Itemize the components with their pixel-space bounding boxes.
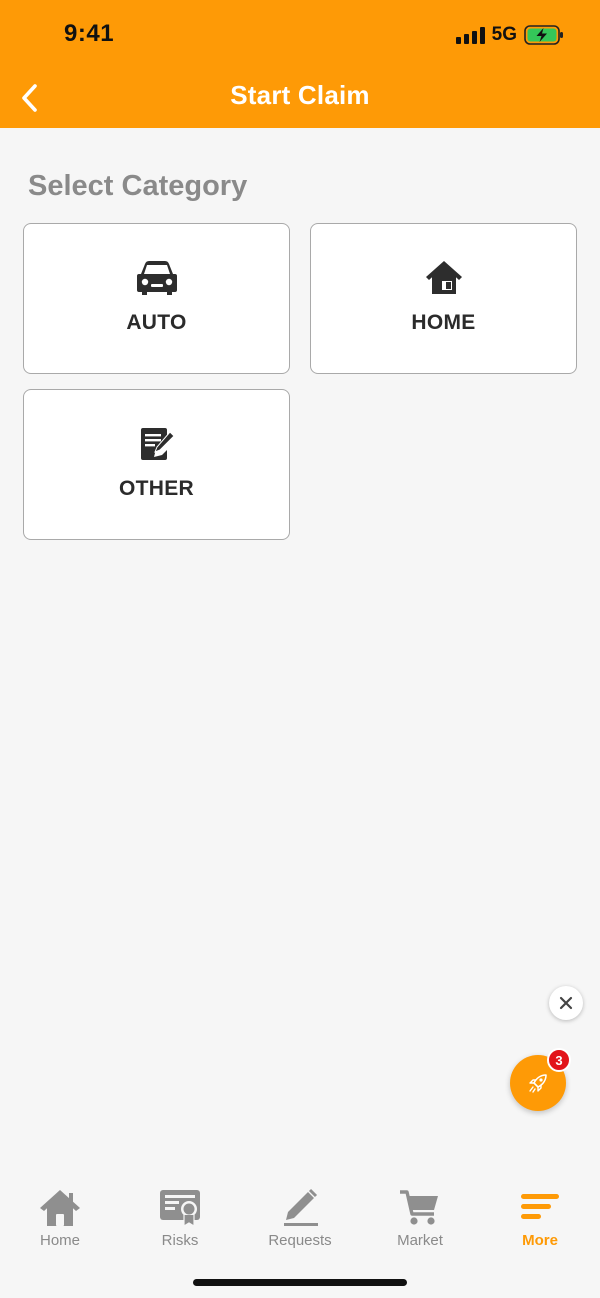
tab-home[interactable]: Home: [0, 1186, 120, 1256]
status-time: 9:41: [64, 20, 115, 47]
notification-badge: 3: [547, 1048, 571, 1072]
tab-label: Risks: [161, 1232, 199, 1249]
close-floating-button[interactable]: [549, 986, 583, 1020]
rocket-icon: [529, 1074, 547, 1093]
house-icon: [311, 260, 576, 298]
category-card-other[interactable]: OTHER: [23, 389, 290, 540]
home-icon: [0, 1188, 120, 1228]
tab-risks[interactable]: Risks: [120, 1186, 240, 1256]
close-icon: [559, 996, 573, 1010]
network-label: 5G: [491, 24, 517, 45]
certificate-icon: [120, 1188, 240, 1228]
category-label: AUTO: [126, 311, 187, 334]
battery-icon: [524, 25, 564, 45]
app-header: 9:41 5G Start Claim: [0, 0, 600, 128]
tab-market[interactable]: Market: [360, 1186, 480, 1256]
tab-label: More: [522, 1232, 558, 1249]
tab-requests[interactable]: Requests: [240, 1186, 360, 1256]
cart-icon: [360, 1188, 480, 1228]
signal-icon: [455, 26, 485, 44]
category-card-home[interactable]: HOME: [310, 223, 577, 374]
status-indicators: 5G: [455, 22, 564, 48]
document-edit-icon: [24, 426, 289, 464]
tab-label: Requests: [268, 1232, 332, 1249]
menu-icon: [480, 1188, 600, 1228]
pencil-icon: [240, 1188, 360, 1228]
navigation-bar: Start Claim: [0, 68, 600, 128]
section-title: Select Category: [28, 170, 248, 202]
tab-label: Market: [397, 1232, 443, 1249]
category-label: HOME: [411, 311, 476, 334]
car-icon: [24, 260, 289, 298]
status-bar: 9:41 5G: [0, 0, 600, 68]
tab-label: Home: [39, 1232, 80, 1249]
tab-more[interactable]: More: [480, 1186, 600, 1256]
page-title: Start Claim: [230, 80, 370, 110]
home-indicator: [193, 1279, 407, 1286]
category-card-auto[interactable]: AUTO: [23, 223, 290, 374]
category-label: OTHER: [119, 477, 194, 500]
